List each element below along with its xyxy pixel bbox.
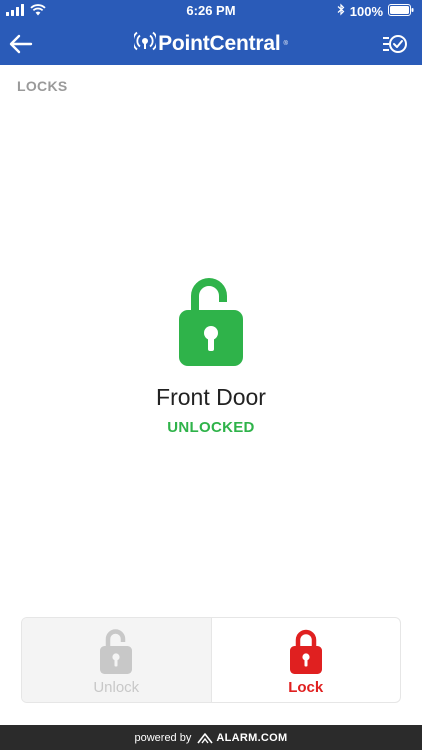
alarm-mountain-icon [197, 732, 213, 743]
lock-button[interactable]: Lock [212, 618, 401, 702]
powered-by-text: powered by [134, 731, 192, 744]
padlock-open-icon [179, 278, 243, 366]
status-right: 100% [337, 3, 414, 19]
lock-name: Front Door [156, 384, 266, 410]
broadcast-icon [132, 30, 158, 57]
bluetooth-icon [337, 3, 345, 19]
battery-percent: 100% [349, 3, 383, 19]
powered-by-footer: powered by ALARM.COM [0, 725, 422, 750]
lock-status-icon [175, 276, 247, 370]
brand-logo: PointCentral ® [0, 30, 422, 57]
lock-label: Lock [288, 679, 324, 696]
unlock-button[interactable]: Unlock [22, 618, 212, 702]
lock-status-label: UNLOCKED [167, 419, 255, 436]
padlock-open-icon [100, 629, 133, 674]
alarm-logo: ALARM.COM [197, 732, 287, 744]
unlock-label: Unlock [93, 679, 140, 696]
padlock-closed-icon [289, 629, 322, 674]
app-header: 6:26 PM 100% PointCentral ® [0, 0, 422, 65]
checklist-icon [383, 35, 407, 53]
status-bar: 6:26 PM 100% [0, 0, 422, 22]
app-bar: PointCentral ® [0, 22, 422, 65]
brand-name: PointCentral [158, 31, 281, 55]
battery-icon [388, 3, 414, 19]
section-title: LOCKS [17, 78, 68, 94]
checklist-button[interactable] [382, 32, 408, 56]
provider-name: ALARM.COM [216, 731, 288, 744]
lock-action-panel: Unlock Lock [21, 617, 401, 703]
brand-registered-mark: ® [283, 40, 288, 47]
